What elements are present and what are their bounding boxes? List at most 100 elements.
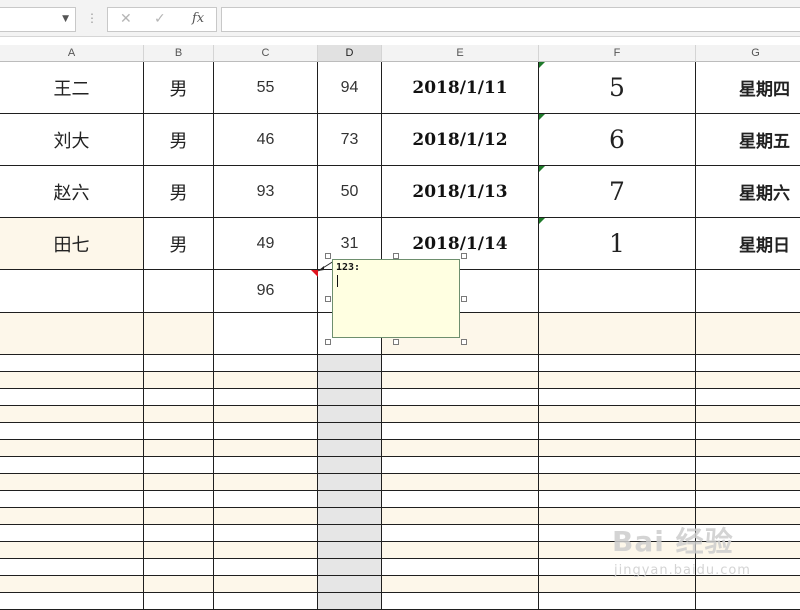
empty-cell[interactable] bbox=[539, 593, 696, 610]
column-header-e[interactable]: E bbox=[382, 45, 539, 62]
resize-handle[interactable] bbox=[461, 253, 467, 259]
empty-cell[interactable] bbox=[0, 406, 144, 423]
name-box[interactable]: ▼ bbox=[0, 7, 76, 32]
empty-cell[interactable] bbox=[382, 423, 539, 440]
resize-handle[interactable] bbox=[461, 339, 467, 345]
formula-input[interactable] bbox=[221, 7, 800, 32]
column-header-d[interactable]: D bbox=[318, 45, 382, 62]
empty-cell[interactable] bbox=[539, 389, 696, 406]
empty-cell[interactable] bbox=[318, 406, 382, 423]
cell-c4[interactable]: 49 bbox=[214, 218, 318, 270]
empty-cell[interactable] bbox=[539, 406, 696, 423]
cell-f1[interactable]: 5 bbox=[539, 62, 696, 114]
empty-cell[interactable] bbox=[382, 372, 539, 389]
empty-cell[interactable] bbox=[144, 406, 214, 423]
empty-cell[interactable] bbox=[696, 440, 800, 457]
empty-cell[interactable] bbox=[144, 423, 214, 440]
empty-cell[interactable] bbox=[144, 576, 214, 593]
empty-cell[interactable] bbox=[539, 474, 696, 491]
cell-g3[interactable]: 星期六 bbox=[696, 166, 800, 218]
empty-cell[interactable] bbox=[539, 355, 696, 372]
empty-cell[interactable] bbox=[318, 457, 382, 474]
empty-cell[interactable] bbox=[144, 559, 214, 576]
cell-f5[interactable] bbox=[539, 270, 696, 313]
empty-cell[interactable] bbox=[0, 593, 144, 610]
more-options-icon[interactable]: ⋮ bbox=[86, 11, 98, 25]
cell-a5[interactable] bbox=[0, 270, 144, 313]
cell-a1[interactable]: 王二 bbox=[0, 62, 144, 114]
empty-cell[interactable] bbox=[214, 559, 318, 576]
empty-cell[interactable] bbox=[144, 542, 214, 559]
resize-handle[interactable] bbox=[325, 339, 331, 345]
empty-cell[interactable] bbox=[144, 508, 214, 525]
empty-cell[interactable] bbox=[318, 423, 382, 440]
empty-cell[interactable] bbox=[144, 389, 214, 406]
cell-g4[interactable]: 星期日 bbox=[696, 218, 800, 270]
empty-cell[interactable] bbox=[214, 423, 318, 440]
empty-cell[interactable] bbox=[144, 372, 214, 389]
empty-cell[interactable] bbox=[318, 576, 382, 593]
cell-b2[interactable]: 男 bbox=[144, 114, 214, 166]
empty-cell[interactable] bbox=[382, 576, 539, 593]
empty-cell[interactable] bbox=[382, 474, 539, 491]
empty-cell[interactable] bbox=[0, 491, 144, 508]
cell-a3[interactable]: 赵六 bbox=[0, 166, 144, 218]
empty-cell[interactable] bbox=[318, 474, 382, 491]
empty-cell[interactable] bbox=[696, 406, 800, 423]
empty-cell[interactable] bbox=[214, 355, 318, 372]
empty-cell[interactable] bbox=[382, 440, 539, 457]
empty-cell[interactable] bbox=[696, 372, 800, 389]
empty-cell[interactable] bbox=[318, 389, 382, 406]
column-header-a[interactable]: A bbox=[0, 45, 144, 62]
empty-cell[interactable] bbox=[382, 559, 539, 576]
empty-cell[interactable] bbox=[539, 491, 696, 508]
empty-cell[interactable] bbox=[0, 576, 144, 593]
empty-cell[interactable] bbox=[0, 355, 144, 372]
column-header-b[interactable]: B bbox=[144, 45, 214, 62]
empty-cell[interactable] bbox=[382, 355, 539, 372]
cell-a4[interactable]: 田七 bbox=[0, 218, 144, 270]
empty-cell[interactable] bbox=[382, 406, 539, 423]
resize-handle[interactable] bbox=[325, 296, 331, 302]
cell-g1[interactable]: 星期四 bbox=[696, 62, 800, 114]
empty-cell[interactable] bbox=[144, 355, 214, 372]
empty-cell[interactable] bbox=[214, 474, 318, 491]
empty-cell[interactable] bbox=[0, 372, 144, 389]
resize-handle[interactable] bbox=[393, 339, 399, 345]
empty-cell[interactable] bbox=[214, 389, 318, 406]
empty-cell[interactable] bbox=[382, 389, 539, 406]
empty-cell[interactable] bbox=[382, 457, 539, 474]
cell-e1[interactable]: 2018/1/11 bbox=[382, 62, 539, 114]
empty-cell[interactable] bbox=[0, 559, 144, 576]
column-header-g[interactable]: G bbox=[696, 45, 800, 62]
empty-cell[interactable] bbox=[214, 542, 318, 559]
empty-cell[interactable] bbox=[0, 542, 144, 559]
empty-cell[interactable] bbox=[539, 423, 696, 440]
empty-cell[interactable] bbox=[318, 372, 382, 389]
cell-b6[interactable] bbox=[144, 313, 214, 355]
cell-a2[interactable]: 刘大 bbox=[0, 114, 144, 166]
empty-cell[interactable] bbox=[0, 525, 144, 542]
empty-cell[interactable] bbox=[0, 440, 144, 457]
empty-cell[interactable] bbox=[144, 525, 214, 542]
empty-cell[interactable] bbox=[144, 474, 214, 491]
cell-comment-box[interactable]: 123: bbox=[332, 259, 460, 338]
empty-cell[interactable] bbox=[382, 525, 539, 542]
empty-cell[interactable] bbox=[318, 559, 382, 576]
empty-cell[interactable] bbox=[382, 491, 539, 508]
cell-b1[interactable]: 男 bbox=[144, 62, 214, 114]
empty-cell[interactable] bbox=[214, 508, 318, 525]
column-header-c[interactable]: C bbox=[214, 45, 318, 62]
cell-c3[interactable]: 93 bbox=[214, 166, 318, 218]
chevron-down-icon[interactable]: ▼ bbox=[62, 14, 69, 24]
resize-handle[interactable] bbox=[393, 253, 399, 259]
empty-cell[interactable] bbox=[214, 406, 318, 423]
empty-cell[interactable] bbox=[0, 457, 144, 474]
empty-cell[interactable] bbox=[318, 440, 382, 457]
cell-c2[interactable]: 46 bbox=[214, 114, 318, 166]
empty-cell[interactable] bbox=[696, 355, 800, 372]
empty-cell[interactable] bbox=[696, 576, 800, 593]
empty-cell[interactable] bbox=[696, 474, 800, 491]
empty-cell[interactable] bbox=[214, 525, 318, 542]
empty-cell[interactable] bbox=[214, 457, 318, 474]
